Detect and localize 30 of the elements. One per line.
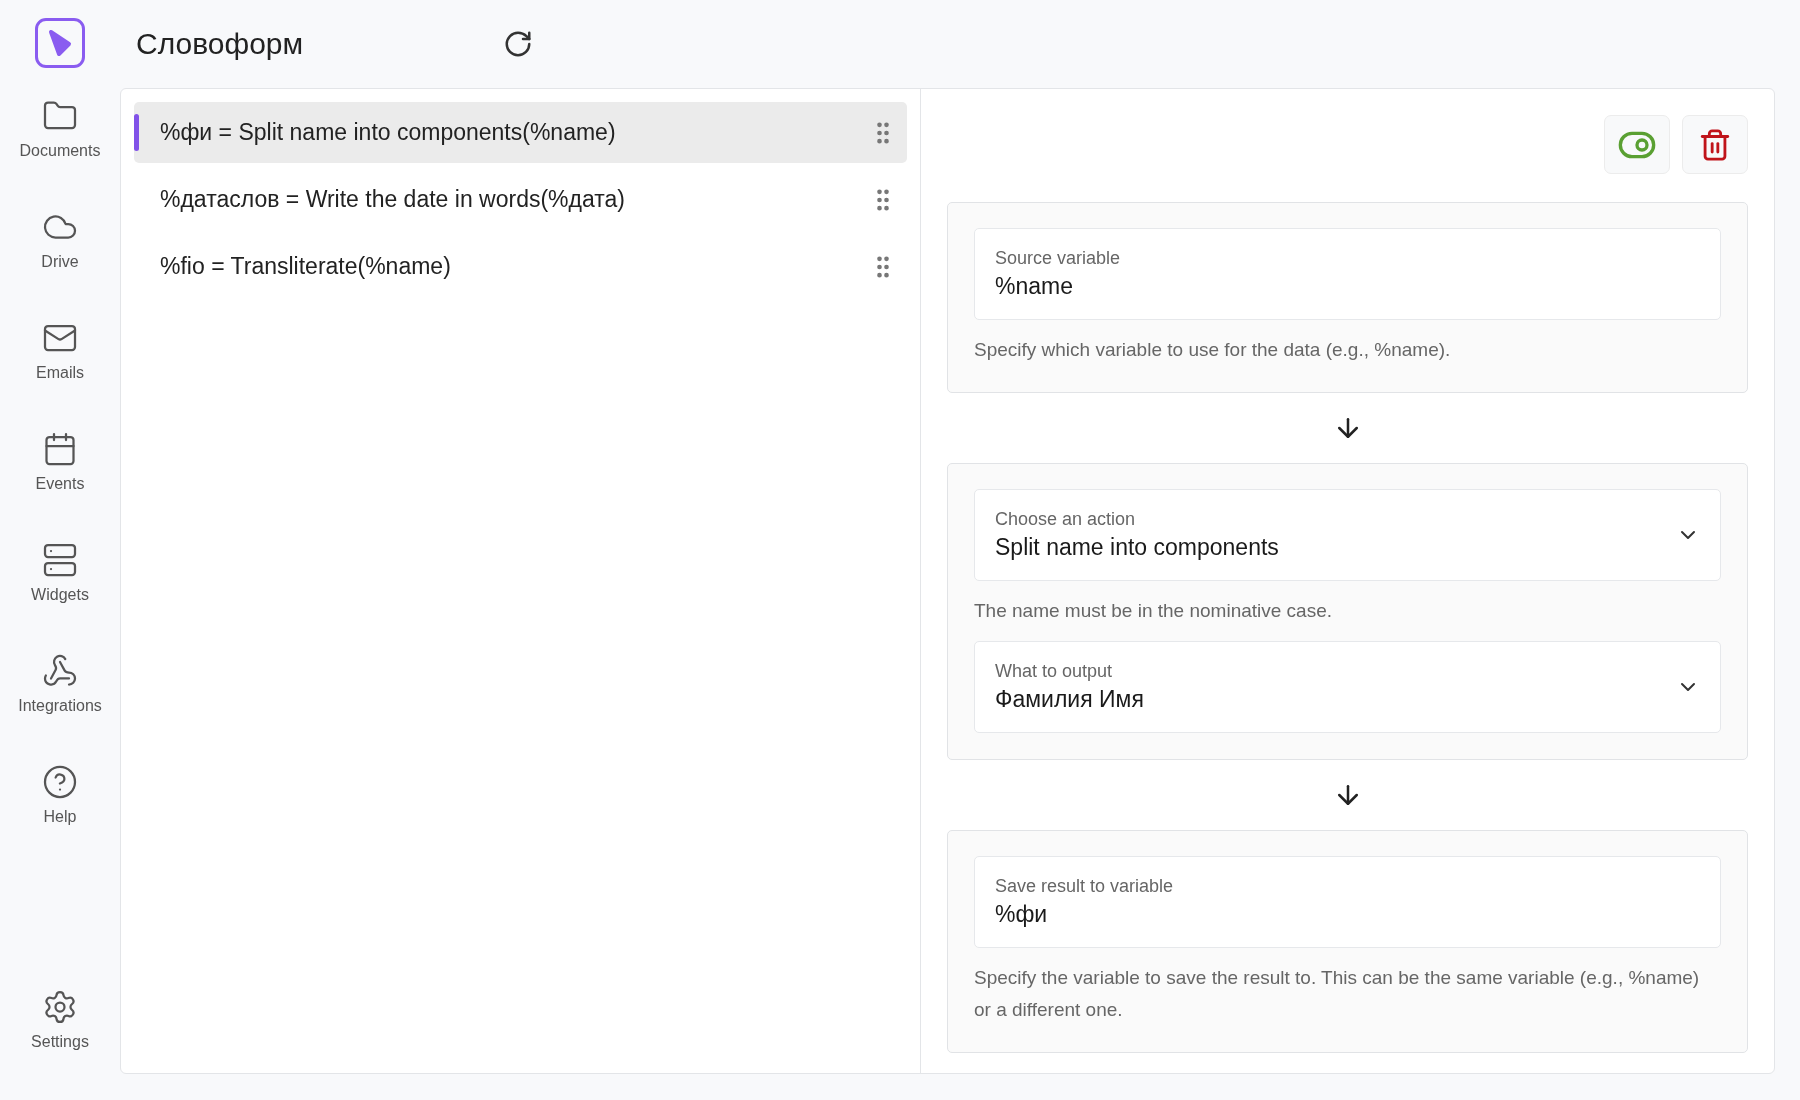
sidebar-item[interactable]: Drive: [41, 209, 79, 320]
events-icon: [42, 431, 78, 467]
app-logo[interactable]: [35, 18, 85, 68]
trash-icon: [1698, 127, 1732, 162]
help-icon: [42, 764, 78, 800]
sidebar-item[interactable]: Documents: [19, 98, 101, 209]
integrations-icon: [42, 653, 78, 689]
sidebar-item[interactable]: Emails: [36, 320, 84, 431]
selection-indicator: [134, 114, 139, 151]
settings-icon: [42, 989, 78, 1025]
field-hint: Specify which variable to use for the data (e.g., %name).: [974, 338, 1452, 362]
variable-field[interactable]: Source variable %name: [974, 228, 1721, 320]
variable-field[interactable]: Save result to variable %фи: [974, 856, 1721, 948]
action-select[interactable]: Choose an action Split name into components: [974, 489, 1721, 581]
settings-item[interactable]: Settings: [31, 989, 89, 1100]
app-title: Словоформ: [136, 27, 304, 61]
rule-item[interactable]: %датаслов = Write the date in words(%дата): [134, 169, 907, 230]
toggle-button[interactable]: [1604, 115, 1670, 174]
delete-button[interactable]: [1682, 115, 1748, 174]
action-select[interactable]: What to output Фамилия Имя: [974, 641, 1721, 733]
rule-item[interactable]: %fio = Transliterate(%name): [134, 236, 907, 297]
widgets-icon: [42, 542, 78, 578]
sidebar-item[interactable]: Events: [35, 431, 85, 542]
refresh-button[interactable]: [503, 29, 534, 59]
rule-item[interactable]: %фи = Split name into components(%name): [134, 102, 907, 163]
field-hint: The name must be in the nominative case.: [974, 599, 1334, 623]
field-hint: Specify the variable to save the result to. This can be the same variable (e.g., %name) or a different one.: [974, 966, 1701, 1022]
sidebar-item[interactable]: Help: [42, 764, 78, 875]
sidebar-item[interactable]: Integrations: [18, 653, 102, 764]
sidebar-item[interactable]: Widgets: [31, 542, 89, 653]
